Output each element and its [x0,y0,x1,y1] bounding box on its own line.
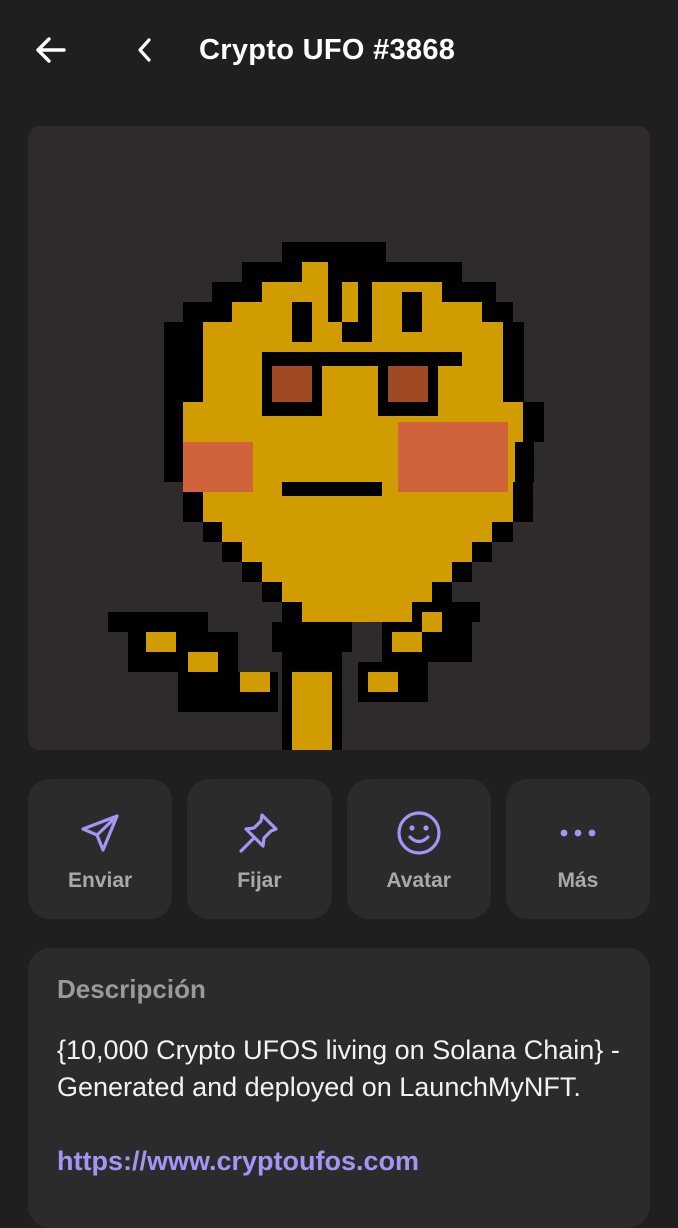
hair-line [328,262,342,322]
avatar-label: Avatar [386,869,451,892]
head-fill [242,542,472,562]
website-link[interactable]: https://www.cryptoufos.com [57,1146,419,1177]
mouth [282,482,382,496]
pin-button[interactable]: Fijar [187,779,332,919]
previous-button[interactable] [128,28,162,72]
left-eye [272,366,312,402]
hair-line [342,322,362,342]
chevron-left-icon [138,38,151,62]
head-fill [262,562,452,582]
top-bar: Crypto UFO #3868 [0,0,678,100]
description-text: {10,000 Crypto UFOS living on Solana Cha… [57,1035,620,1102]
pin-label: Fijar [237,869,282,892]
right-arm-fill [368,672,398,692]
left-arm-fill [240,672,270,692]
head-fill [282,582,432,602]
left-arm-fill [146,632,176,652]
left-arm-outline [108,612,208,632]
page-title: Crypto UFO #3868 [199,34,456,66]
description-card: Descripción {10,000 Crypto UFOS living o… [28,948,650,1228]
more-dots-icon [554,809,602,857]
head-outline [282,242,386,262]
head-fill [302,602,412,622]
nft-image[interactable] [28,126,650,750]
action-bar: Enviar Fijar Avatar Más [28,779,650,919]
right-eye [388,366,428,402]
send-button[interactable]: Enviar [28,779,173,919]
right-arm-fill [392,632,422,652]
body-fill [292,672,332,750]
more-button[interactable]: Más [505,779,650,919]
hair-line [292,302,312,342]
right-cheek [398,422,508,492]
description-heading: Descripción [57,974,206,1004]
send-label: Enviar [68,869,133,892]
neck-outline [272,622,352,652]
head-fill [232,302,482,322]
right-arm-fill [422,612,442,632]
nft-pixel-art [108,242,544,750]
head-fill [222,522,492,542]
smiley-icon [395,809,443,857]
send-icon [76,809,124,857]
hair-line [402,292,422,332]
left-cheek [183,442,253,492]
more-label: Más [557,869,599,892]
pin-icon [235,809,283,857]
avatar-button[interactable]: Avatar [346,779,491,919]
back-button[interactable] [30,28,70,72]
head-outline [242,262,462,282]
arrow-left-icon [36,37,66,63]
left-arm-fill [188,652,218,672]
left-arm-outline [128,632,238,672]
